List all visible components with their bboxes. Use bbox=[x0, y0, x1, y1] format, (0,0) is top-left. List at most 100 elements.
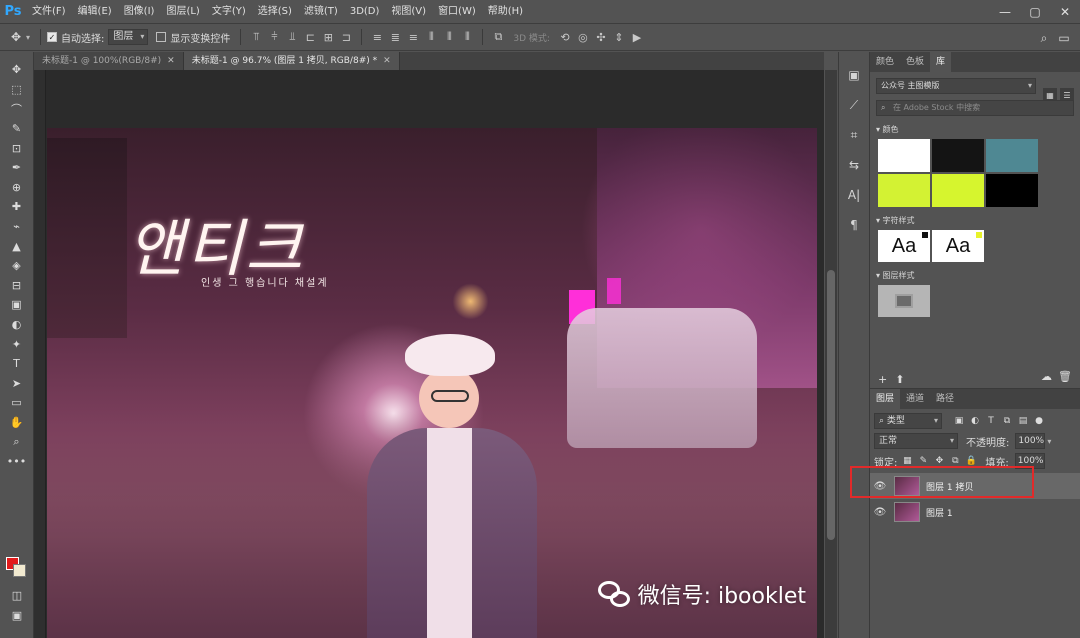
zoom-tool-icon[interactable]: ⌕ bbox=[5, 432, 29, 452]
menu-3d[interactable]: 3D(D) bbox=[344, 0, 386, 24]
brush-settings-icon[interactable]: ⟋ bbox=[843, 94, 865, 116]
lock-transparency-icon[interactable]: ▦ bbox=[901, 455, 913, 467]
history-brush-tool-icon[interactable]: ▲ bbox=[5, 236, 29, 256]
lock-position-icon[interactable]: ✥ bbox=[933, 455, 945, 467]
canvas-area[interactable]: 앤티크 인생 그 행습니다 채설계 微信号: ibooklet bbox=[34, 70, 824, 638]
distribute-right-icon[interactable]: ⦀ bbox=[460, 29, 474, 45]
menu-edit[interactable]: 编辑(E) bbox=[72, 0, 118, 24]
layer-row[interactable]: 👁 图层 1 bbox=[870, 499, 1080, 525]
distribute-top-icon[interactable]: ≡ bbox=[370, 29, 384, 45]
lock-artboard-icon[interactable]: ⧉ bbox=[949, 455, 961, 467]
healing-brush-tool-icon[interactable]: ⊕ bbox=[5, 178, 29, 198]
tab-swatches[interactable]: 色板 bbox=[900, 52, 930, 72]
roll-3d-icon[interactable]: ◎ bbox=[576, 29, 590, 45]
menu-help[interactable]: 帮助(H) bbox=[482, 0, 529, 24]
blend-mode-select[interactable]: 正常 bbox=[874, 433, 958, 449]
menu-select[interactable]: 选择(S) bbox=[252, 0, 298, 24]
history-panel-icon[interactable]: ▣ bbox=[843, 64, 865, 86]
opacity-input[interactable]: 100% bbox=[1015, 433, 1046, 449]
filter-toggle-icon[interactable]: ● bbox=[1032, 414, 1046, 428]
search-icon[interactable]: ⌕ bbox=[1034, 28, 1054, 48]
shape-filter-icon[interactable]: ⧉ bbox=[1000, 414, 1014, 428]
layer-row[interactable]: 👁 图层 1 拷贝 bbox=[870, 473, 1080, 499]
character-panel-icon[interactable]: A| bbox=[843, 184, 865, 206]
visibility-eye-icon[interactable]: 👁 bbox=[870, 481, 890, 492]
layer-styles-section-heading[interactable]: ▾ 图层样式 bbox=[876, 270, 1074, 281]
path-select-tool-icon[interactable]: ➤ bbox=[5, 374, 29, 394]
quick-mask-icon[interactable]: ◫ bbox=[5, 586, 29, 606]
library-search-input[interactable]: ⌕ 在 Adobe Stock 中搜索 bbox=[876, 100, 1074, 116]
char-styles-section-heading[interactable]: ▾ 字符样式 bbox=[876, 215, 1074, 226]
properties-icon[interactable]: ⇆ bbox=[843, 154, 865, 176]
quick-select-tool-icon[interactable]: ✎ bbox=[5, 119, 29, 139]
tab-color[interactable]: 颜色 bbox=[870, 52, 900, 72]
add-content-icon[interactable]: + bbox=[878, 373, 887, 386]
library-select[interactable]: 公众号 主图模版 bbox=[876, 78, 1036, 94]
distribute-vcenter-icon[interactable]: ≣ bbox=[388, 29, 402, 45]
tab-layers[interactable]: 图层 bbox=[870, 389, 901, 409]
smart-object-filter-icon[interactable]: ▤ bbox=[1016, 414, 1030, 428]
menu-layer[interactable]: 图层(L) bbox=[160, 0, 205, 24]
menu-image[interactable]: 图像(I) bbox=[118, 0, 161, 24]
pan-3d-icon[interactable]: ✣ bbox=[594, 29, 608, 45]
library-color-swatch[interactable] bbox=[932, 139, 984, 172]
brush-tool-icon[interactable]: ✚ bbox=[5, 197, 29, 217]
close-icon[interactable]: ✕ bbox=[383, 52, 391, 70]
move-tool-icon[interactable]: ✥ bbox=[6, 27, 26, 47]
eraser-tool-icon[interactable]: ◈ bbox=[5, 256, 29, 276]
align-top-icon[interactable]: ⫪ bbox=[249, 29, 263, 45]
char-style-card[interactable]: Aa bbox=[932, 230, 984, 262]
pixel-filter-icon[interactable]: ▣ bbox=[952, 414, 966, 428]
scale-3d-icon[interactable]: ▶ bbox=[630, 29, 644, 45]
align-left-icon[interactable]: ⊏ bbox=[303, 29, 317, 45]
library-color-swatch[interactable] bbox=[932, 174, 984, 207]
gradient-tool-icon[interactable]: ⊟ bbox=[5, 276, 29, 296]
auto-select-checkbox[interactable]: ✓ bbox=[47, 32, 58, 42]
lock-pixels-icon[interactable]: ✎ bbox=[917, 455, 929, 467]
minimize-button[interactable]: — bbox=[990, 0, 1020, 24]
tool-preset-chevron-icon[interactable]: ▾ bbox=[26, 33, 30, 42]
align-vcenter-icon[interactable]: ⫩ bbox=[267, 29, 281, 45]
tab-document-1[interactable]: 未标题-1 @ 100%(RGB/8#) ✕ bbox=[34, 52, 184, 70]
slide-3d-icon[interactable]: ⇕ bbox=[612, 29, 626, 45]
screen-mode-icon[interactable]: ▣ bbox=[5, 606, 29, 626]
blur-tool-icon[interactable]: ▣ bbox=[5, 295, 29, 315]
auto-align-icon[interactable]: ⧉ bbox=[491, 29, 505, 45]
lock-all-icon[interactable]: 🔒 bbox=[965, 455, 977, 467]
maximize-button[interactable]: ▢ bbox=[1020, 0, 1050, 24]
align-hcenter-icon[interactable]: ⊞ bbox=[321, 29, 335, 45]
hand-tool-icon[interactable]: ✋ bbox=[5, 413, 29, 433]
background-color-swatch[interactable] bbox=[13, 564, 26, 577]
visibility-eye-icon[interactable]: 👁 bbox=[870, 507, 890, 518]
menu-window[interactable]: 窗口(W) bbox=[432, 0, 482, 24]
library-color-swatch[interactable] bbox=[986, 174, 1038, 207]
adjustment-filter-icon[interactable]: ◐ bbox=[968, 414, 982, 428]
close-icon[interactable]: ✕ bbox=[167, 52, 175, 70]
menu-filter[interactable]: 滤镜(T) bbox=[298, 0, 344, 24]
menu-view[interactable]: 视图(V) bbox=[385, 0, 432, 24]
eyedropper-tool-icon[interactable]: ✒ bbox=[5, 158, 29, 178]
library-color-swatch[interactable] bbox=[878, 139, 930, 172]
scrollbar-thumb[interactable] bbox=[827, 270, 835, 540]
more-tools-icon[interactable]: ••• bbox=[5, 452, 29, 472]
document-image[interactable]: 앤티크 인생 그 행습니다 채설계 bbox=[47, 128, 817, 638]
library-color-swatch[interactable] bbox=[878, 174, 930, 207]
move-tool-icon[interactable]: ✥ bbox=[5, 60, 29, 80]
layer-filter-select[interactable]: ⌕ 类型 bbox=[874, 413, 942, 429]
close-button[interactable]: ✕ bbox=[1050, 0, 1080, 24]
tab-channels[interactable]: 通道 bbox=[900, 389, 930, 409]
type-filter-icon[interactable]: T bbox=[984, 414, 998, 428]
align-bottom-icon[interactable]: ⫫ bbox=[285, 29, 299, 45]
lasso-tool-icon[interactable]: ⌒ bbox=[5, 99, 29, 119]
colors-section-heading[interactable]: ▾ 颜色 bbox=[876, 124, 1074, 135]
upload-icon[interactable]: ⬆ bbox=[895, 373, 904, 386]
library-color-swatch[interactable] bbox=[986, 139, 1038, 172]
crop-tool-icon[interactable]: ⊡ bbox=[5, 138, 29, 158]
vertical-scrollbar[interactable] bbox=[825, 70, 837, 638]
distribute-hcenter-icon[interactable]: ⦀ bbox=[442, 29, 456, 45]
dodge-tool-icon[interactable]: ◐ bbox=[5, 315, 29, 335]
auto-select-target-select[interactable]: 图层 bbox=[108, 29, 149, 45]
show-transform-checkbox[interactable] bbox=[156, 32, 167, 42]
pen-tool-icon[interactable]: ✦ bbox=[5, 334, 29, 354]
orbit-3d-icon[interactable]: ⟲ bbox=[558, 29, 572, 45]
